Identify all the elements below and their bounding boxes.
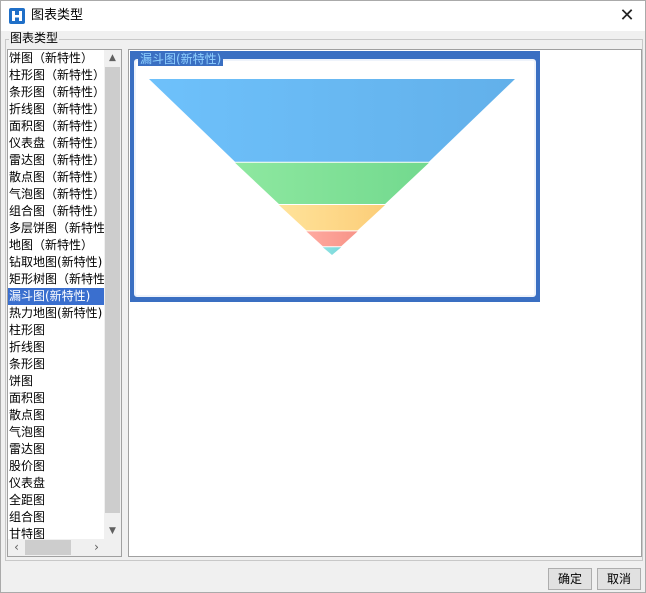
list-item[interactable]: 雷达图（新特性） bbox=[8, 152, 105, 169]
list-item[interactable]: 组合图（新特性） bbox=[8, 203, 105, 220]
list-item[interactable]: 漏斗图(新特性) bbox=[8, 288, 105, 305]
scroll-right-icon[interactable]: › bbox=[88, 539, 105, 556]
list-item[interactable]: 散点图 bbox=[8, 407, 105, 424]
chart-type-list-items: 饼图（新特性） 柱形图（新特性） 条形图（新特性） 折线图（新特性） 面积图（新特性）仪… bbox=[8, 50, 105, 540]
funnel-chart bbox=[149, 79, 515, 255]
list-item[interactable]: 矩形树图（新特性） bbox=[8, 271, 105, 288]
vertical-scroll-thumb[interactable] bbox=[105, 67, 120, 513]
chart-option-label: 漏斗图(新特性) bbox=[138, 52, 224, 66]
cancel-button[interactable]: 取消 bbox=[597, 568, 641, 590]
group-label: 图表类型 bbox=[9, 31, 60, 45]
horizontal-scrollbar[interactable]: ‹ › bbox=[8, 539, 105, 556]
list-item[interactable]: 组合图 bbox=[8, 509, 105, 526]
scroll-down-icon[interactable]: ▼ bbox=[104, 523, 121, 540]
list-item[interactable]: 柱形图（新特性） bbox=[8, 67, 105, 84]
ok-button[interactable]: 确定 bbox=[548, 568, 592, 590]
list-item[interactable]: 甘特图 bbox=[8, 526, 105, 540]
funnel-stage-1 bbox=[149, 79, 515, 162]
list-item[interactable]: 气泡图 bbox=[8, 424, 105, 441]
funnel-stage-5 bbox=[322, 247, 342, 255]
list-item[interactable]: 地图（新特性） bbox=[8, 237, 105, 254]
list-item[interactable]: 雷达图 bbox=[8, 441, 105, 458]
title-bar: 图表类型 ✕ bbox=[1, 1, 645, 31]
scroll-left-icon[interactable]: ‹ bbox=[8, 539, 25, 556]
list-item[interactable]: 钻取地图(新特性) bbox=[8, 254, 105, 271]
funnel-chart-option[interactable]: 漏斗图(新特性) bbox=[130, 51, 540, 302]
chart-type-dialog: 图表类型 ✕ 图表类型 饼图（新特性） 柱形图（新特性） 条形图（新特性） 折线图（新… bbox=[0, 0, 646, 593]
list-item[interactable]: 条形图 bbox=[8, 356, 105, 373]
list-item[interactable]: 饼图（新特性） bbox=[8, 50, 105, 67]
scrollbar-corner bbox=[104, 539, 121, 556]
list-item[interactable]: 折线图（新特性） bbox=[8, 101, 105, 118]
list-item[interactable]: 仪表盘（新特性） bbox=[8, 135, 105, 152]
funnel-stage-2 bbox=[235, 162, 429, 204]
list-item[interactable]: 全距图 bbox=[8, 492, 105, 509]
funnel-stage-3 bbox=[278, 205, 386, 231]
list-item[interactable]: 条形图（新特性） bbox=[8, 84, 105, 101]
app-logo-icon bbox=[9, 8, 25, 24]
funnel-stage-4 bbox=[306, 231, 358, 247]
list-item[interactable]: 面积图（新特性） bbox=[8, 118, 105, 135]
list-item[interactable]: 散点图（新特性） bbox=[8, 169, 105, 186]
list-item[interactable]: 多层饼图（新特性） bbox=[8, 220, 105, 237]
list-item[interactable]: 股价图 bbox=[8, 458, 105, 475]
chart-preview-panel: 漏斗图(新特性) bbox=[128, 49, 642, 557]
list-item[interactable]: 折线图 bbox=[8, 339, 105, 356]
scroll-up-icon[interactable]: ▲ bbox=[104, 50, 121, 67]
chart-type-list[interactable]: 饼图（新特性） 柱形图（新特性） 条形图（新特性） 折线图（新特性） 面积图（新特性）仪… bbox=[7, 49, 122, 557]
funnel-chart-frame bbox=[134, 59, 536, 297]
list-item[interactable]: 仪表盘 bbox=[8, 475, 105, 492]
close-icon[interactable]: ✕ bbox=[617, 6, 637, 26]
list-item[interactable]: 热力地图(新特性) bbox=[8, 305, 105, 322]
list-item[interactable]: 面积图 bbox=[8, 390, 105, 407]
list-item[interactable]: 柱形图 bbox=[8, 322, 105, 339]
window-title: 图表类型 bbox=[31, 8, 84, 23]
list-item[interactable]: 饼图 bbox=[8, 373, 105, 390]
list-item[interactable]: 气泡图（新特性） bbox=[8, 186, 105, 203]
horizontal-scroll-thumb[interactable] bbox=[25, 540, 71, 555]
vertical-scrollbar[interactable]: ▲ ▼ bbox=[104, 50, 121, 540]
